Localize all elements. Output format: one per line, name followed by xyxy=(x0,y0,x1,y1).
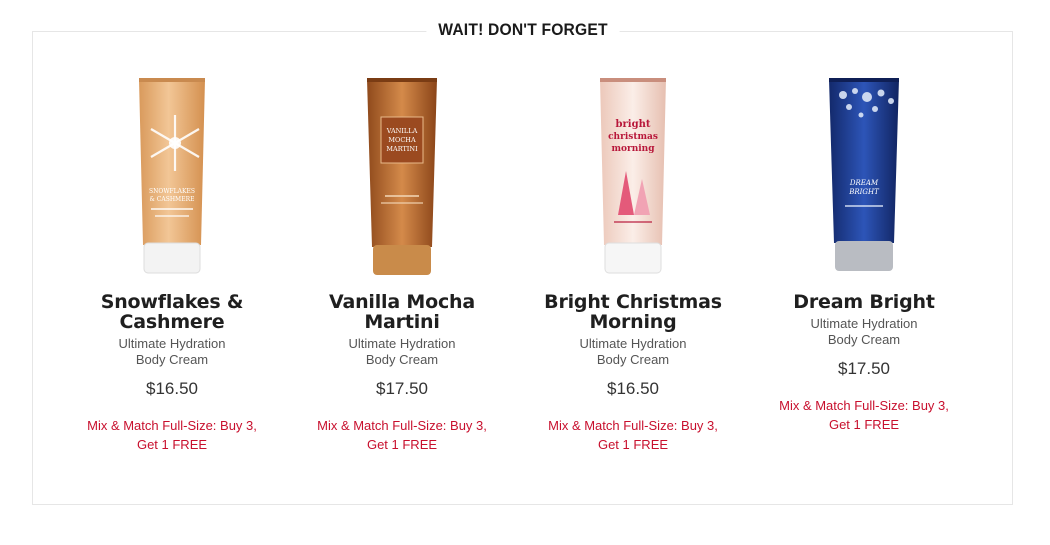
mocha-tube-image[interactable]: VANILLA MOCHA MARTINI xyxy=(347,75,457,280)
christmas-tube-image[interactable]: bright christmas morning xyxy=(578,75,688,280)
product-price: $17.50 xyxy=(838,359,890,378)
product-card[interactable]: VANILLA MOCHA MARTINI Vanilla Mocha Mart… xyxy=(297,75,507,454)
promo-text[interactable]: Mix & Match Full-Size: Buy 3, Get 1 FREE xyxy=(759,396,969,434)
product-list: SNOWFLAKES & CASHMERE Snowflakes & Cashm… xyxy=(62,75,984,475)
svg-text:MOCHA: MOCHA xyxy=(388,136,416,144)
product-name[interactable]: Bright Christmas Morning xyxy=(528,292,738,332)
product-card[interactable]: bright christmas morning Bright Christma… xyxy=(528,75,738,454)
product-name[interactable]: Vanilla Mocha Martini xyxy=(297,292,507,332)
product-card[interactable]: SNOWFLAKES & CASHMERE Snowflakes & Cashm… xyxy=(67,75,277,454)
product-name[interactable]: Snowflakes & Cashmere xyxy=(67,292,277,332)
product-card[interactable]: DREAM BRIGHT Dream Bright Ultimate Hydra… xyxy=(759,75,969,434)
product-type: Ultimate Hydration Body Cream xyxy=(118,336,226,367)
svg-text:VANILLA: VANILLA xyxy=(386,127,418,135)
product-price: $17.50 xyxy=(376,379,428,398)
product-type: Ultimate Hydration Body Cream xyxy=(579,336,687,367)
product-price: $16.50 xyxy=(146,379,198,398)
product-type: Ultimate Hydration Body Cream xyxy=(348,336,456,367)
snowflake-tube-image[interactable]: SNOWFLAKES & CASHMERE xyxy=(117,75,227,280)
svg-text:SNOWFLAKES: SNOWFLAKES xyxy=(149,188,195,195)
product-price: $16.50 xyxy=(607,379,659,398)
svg-text:DREAM: DREAM xyxy=(849,179,879,187)
product-type: Ultimate Hydration Body Cream xyxy=(810,316,918,347)
dream-bright-tube-image[interactable]: DREAM BRIGHT xyxy=(809,75,919,280)
promo-text[interactable]: Mix & Match Full-Size: Buy 3, Get 1 FREE xyxy=(528,416,738,454)
section-heading: WAIT! DON'T FORGET xyxy=(426,18,620,42)
svg-text:christmas: christmas xyxy=(608,132,658,142)
svg-text:BRIGHT: BRIGHT xyxy=(848,188,880,196)
svg-text:bright: bright xyxy=(616,119,651,130)
svg-text:morning: morning xyxy=(611,144,655,154)
svg-text:MARTINI: MARTINI xyxy=(386,145,418,153)
svg-text:& CASHMERE: & CASHMERE xyxy=(150,196,195,203)
promo-text[interactable]: Mix & Match Full-Size: Buy 3, Get 1 FREE xyxy=(297,416,507,454)
product-name[interactable]: Dream Bright xyxy=(759,292,969,312)
promo-text[interactable]: Mix & Match Full-Size: Buy 3, Get 1 FREE xyxy=(67,416,277,454)
